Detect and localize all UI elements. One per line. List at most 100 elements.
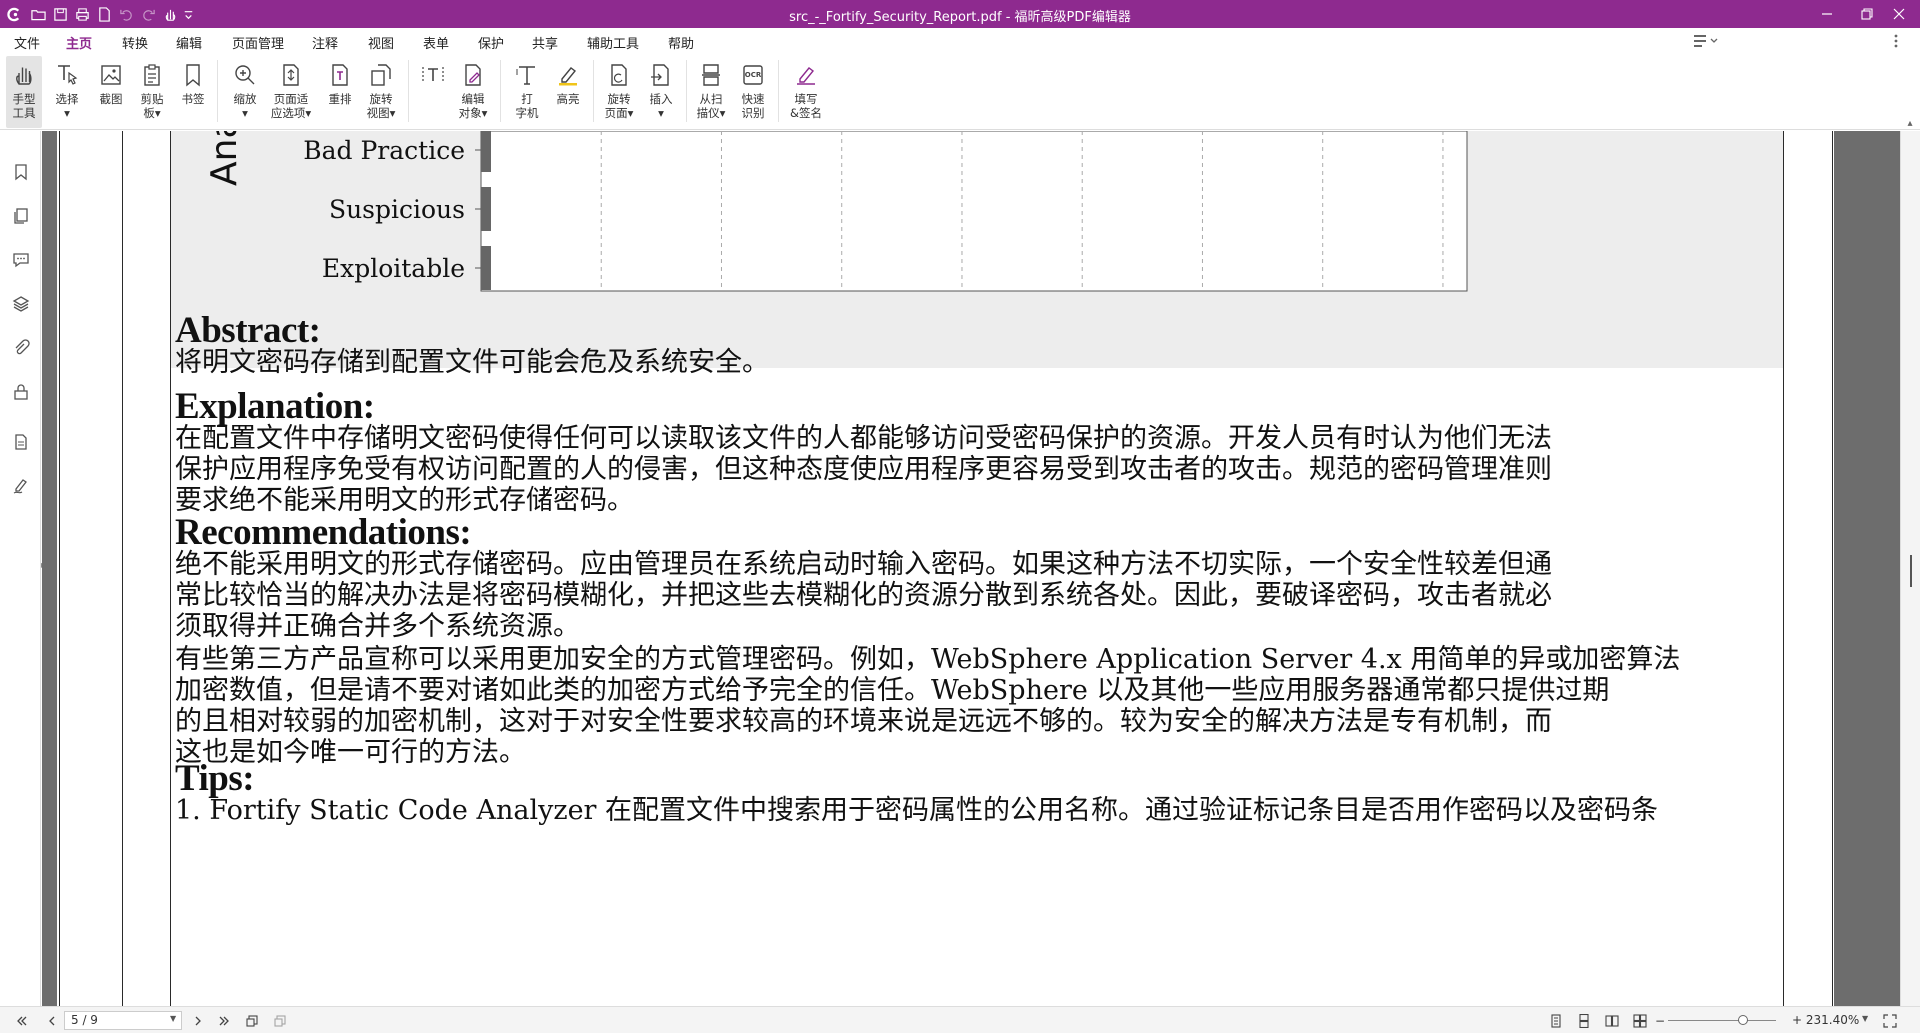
rotate-page-button[interactable]: 旋转 页面▾: [600, 56, 638, 128]
screenshot-button[interactable]: 截图: [94, 56, 128, 128]
page-dropdown-icon[interactable]: ▼: [170, 1014, 176, 1023]
continuous-facing-view-icon[interactable]: [1632, 1013, 1648, 1029]
vertical-scrollbar[interactable]: [1900, 131, 1920, 1006]
menu-file[interactable]: 文件: [14, 33, 40, 52]
document-viewport[interactable]: Ana Bad Practice Suspicious Exploitable Ab…: [42, 131, 1900, 1006]
typewriter-button[interactable]: 打 字机: [510, 56, 544, 128]
reflow-button[interactable]: 重排: [323, 56, 357, 128]
close-button[interactable]: [1876, 0, 1920, 28]
previous-page-icon[interactable]: [44, 1013, 60, 1029]
zoom-slider[interactable]: [1668, 1020, 1776, 1021]
menu-share[interactable]: 共享: [532, 33, 558, 52]
fit-page-label: 页面适 应选项▾: [270, 92, 312, 120]
security-icon[interactable]: [10, 381, 32, 403]
chart-plot-area: [480, 131, 1468, 292]
fullscreen-icon[interactable]: [1882, 1013, 1898, 1029]
chart-category-label: Exploitable: [322, 254, 465, 283]
menu-home[interactable]: 主页: [63, 33, 95, 56]
menu-comment[interactable]: 注释: [312, 33, 338, 52]
last-page-icon[interactable]: [216, 1013, 232, 1029]
next-page-icon[interactable]: [190, 1013, 206, 1029]
bookmark-icon: [178, 60, 208, 90]
svg-text:OCR: OCR: [745, 71, 762, 79]
zoom-slider-thumb[interactable]: [1738, 1015, 1748, 1025]
menu-protect[interactable]: 保护: [478, 33, 504, 52]
insert-icon: [646, 60, 676, 90]
rotate-page-icon: [604, 60, 634, 90]
comment-icon[interactable]: [10, 249, 32, 271]
highlight-button[interactable]: 高亮: [551, 56, 585, 128]
bookmark-icon[interactable]: [10, 161, 32, 183]
rotate-view-button[interactable]: 旋转 视图▾: [362, 56, 400, 128]
edit-text-icon: [418, 60, 448, 90]
highlight-icon: [553, 60, 583, 90]
edit-object-button[interactable]: 编辑 对象▾: [454, 56, 492, 128]
recommendations-text-1: 绝不能采用明文的形式存储密码。应由管理员在系统启动时输入密码。如果这种方法不切实…: [175, 549, 1552, 642]
typewriter-label: 打 字机: [515, 92, 539, 120]
scanner-button[interactable]: 从扫 描仪▾: [692, 56, 730, 128]
tips-heading: Tips:: [175, 758, 255, 799]
hand-icon: [9, 60, 39, 90]
select-button[interactable]: 选择 ▾: [50, 56, 84, 128]
fit-page-button[interactable]: 页面适 应选项▾: [268, 56, 314, 128]
layout-mode-icon[interactable]: [1692, 32, 1722, 50]
menu-convert[interactable]: 转换: [122, 33, 148, 52]
rotate-page-label: 旋转 页面▾: [604, 92, 634, 120]
bookmark-button[interactable]: 书签: [176, 56, 210, 128]
typewriter-icon: [512, 60, 542, 90]
menu-form[interactable]: 表单: [423, 33, 449, 52]
menu-view[interactable]: 视图: [368, 33, 394, 52]
hand-tool-button[interactable]: 手型 工具: [6, 56, 42, 128]
paste-page-icon[interactable]: [272, 1013, 288, 1029]
edit-text-button[interactable]: [416, 56, 450, 128]
zoom-out-icon[interactable]: −: [1652, 1013, 1668, 1029]
single-page-view-icon[interactable]: [1548, 1013, 1564, 1029]
document-icon[interactable]: [10, 431, 32, 453]
zoom-level[interactable]: + 231.40%: [1792, 1013, 1859, 1027]
fill-sign-button[interactable]: 填写 &签名: [786, 56, 826, 128]
zoom-dropdown-icon[interactable]: ▼: [1862, 1014, 1868, 1023]
page-number-input[interactable]: 5 / 9: [64, 1011, 182, 1030]
scanner-label: 从扫 描仪▾: [696, 92, 726, 120]
ribbon-separator: [217, 60, 218, 122]
status-bar: 5 / 9 ▼ − + 231.40% ▼: [0, 1006, 1920, 1033]
insert-label: 插入 ▾: [649, 92, 673, 120]
layers-icon[interactable]: [10, 293, 32, 315]
menu-bar: 文件 主页 转换 编辑 页面管理 注释 视图 表单 保护 共享 辅助工具 帮助 …: [0, 28, 1920, 80]
recommendations-heading: Recommendations:: [175, 512, 472, 553]
facing-view-icon[interactable]: [1604, 1013, 1620, 1029]
ribbon-separator: [593, 60, 594, 122]
zoom-button[interactable]: 缩放 ▾: [228, 56, 262, 128]
ocr-button[interactable]: OCR 快速 识别: [736, 56, 770, 128]
collapse-ribbon-icon[interactable]: ▴: [1900, 118, 1920, 129]
navigation-sidebar: [0, 131, 41, 1006]
scrollbar-thumb[interactable]: [1910, 555, 1912, 587]
analysis-chart: Ana Bad Practice Suspicious Exploitable: [171, 131, 1783, 368]
zoom-icon: [230, 60, 260, 90]
signature-icon[interactable]: [10, 475, 32, 497]
ribbon-separator: [686, 60, 687, 122]
edit-object-label: 编辑 对象▾: [458, 92, 488, 120]
pdf-page: Ana Bad Practice Suspicious Exploitable Ab…: [57, 131, 1834, 1006]
rotate-view-icon: [366, 60, 396, 90]
chart-bar: [481, 131, 491, 172]
copy-page-icon[interactable]: [244, 1013, 260, 1029]
insert-button[interactable]: 插入 ▾: [644, 56, 678, 128]
tips-text: 1. Fortify Static Code Analyzer 在配置文件中搜索…: [175, 795, 1659, 826]
menu-page-management[interactable]: 页面管理: [232, 33, 284, 52]
ribbon-separator: [500, 60, 501, 122]
continuous-view-icon[interactable]: [1576, 1013, 1592, 1029]
clipboard-label: 剪贴 板▾: [140, 92, 164, 120]
attachment-icon[interactable]: [10, 337, 32, 359]
first-page-icon[interactable]: [14, 1013, 30, 1029]
pages-icon[interactable]: [10, 205, 32, 227]
menu-accessibility[interactable]: 辅助工具: [587, 33, 639, 52]
recommendations-text-2: 有些第三方产品宣称可以采用更加安全的方式管理密码。例如，WebSphere Ap…: [175, 644, 1681, 768]
hand-tool-label: 手型 工具: [12, 92, 36, 120]
menu-edit[interactable]: 编辑: [176, 33, 202, 52]
more-options-icon[interactable]: [1886, 32, 1906, 50]
menu-help[interactable]: 帮助: [668, 33, 694, 52]
clipboard-icon: [137, 60, 167, 90]
clipboard-button[interactable]: 剪贴 板▾: [135, 56, 169, 128]
chart-svg: Bad Practice Suspicious Exploitable: [303, 131, 1468, 292]
